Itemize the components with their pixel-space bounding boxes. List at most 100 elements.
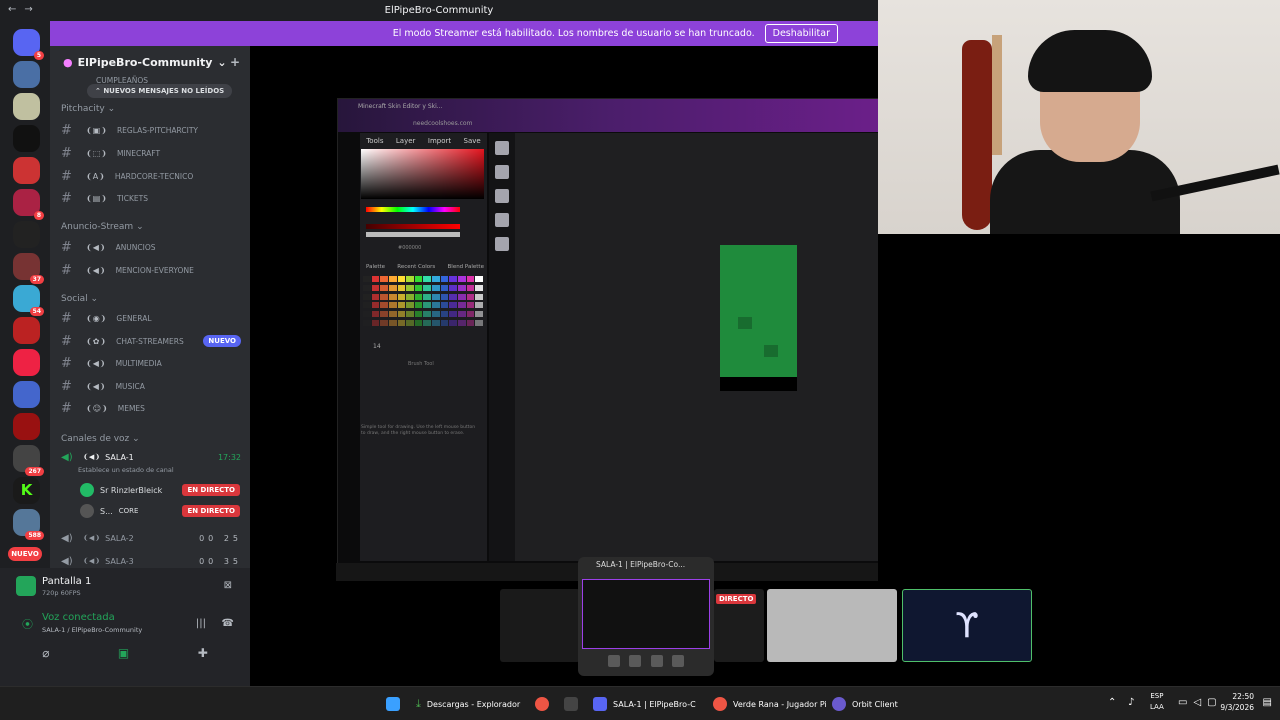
palette-swatch[interactable] bbox=[397, 311, 406, 318]
palette-swatch[interactable] bbox=[432, 293, 440, 300]
palette-swatch[interactable] bbox=[440, 276, 449, 282]
palette-swatch[interactable] bbox=[475, 302, 483, 309]
headphones-icon[interactable] bbox=[650, 655, 663, 667]
channel-general[interactable]: # ❨◉❩ GENERAL bbox=[61, 308, 246, 328]
bucket-icon[interactable] bbox=[495, 189, 509, 203]
palette-swatch[interactable] bbox=[380, 284, 388, 291]
palette-swatch[interactable] bbox=[363, 320, 371, 327]
system-tray-icons[interactable]: ⌃ bbox=[1108, 697, 1126, 708]
palette-swatch[interactable] bbox=[371, 276, 380, 282]
category-social[interactable]: Social ⌄ bbox=[61, 294, 98, 304]
palette-swatch[interactable] bbox=[440, 320, 449, 327]
palette-swatch[interactable] bbox=[458, 284, 466, 291]
palette-swatch[interactable] bbox=[397, 302, 406, 309]
tab-recent-colors[interactable]: Recent Colors bbox=[397, 264, 435, 270]
channel-hardcore[interactable]: # ❨A❩ HARDCORE-TECNICO bbox=[61, 166, 246, 186]
color-picker[interactable] bbox=[361, 149, 484, 199]
window-thumbnail[interactable] bbox=[767, 589, 897, 662]
palette-swatch[interactable] bbox=[406, 284, 414, 291]
palette-swatch[interactable] bbox=[371, 320, 380, 327]
language-indicator[interactable]: ESP LAA bbox=[1150, 691, 1164, 712]
microphone-icon[interactable] bbox=[629, 655, 642, 667]
network-volume-battery-icons[interactable]: ▭◁▢ bbox=[1178, 697, 1223, 708]
hangup-icon[interactable] bbox=[671, 655, 684, 667]
palette-swatch[interactable] bbox=[397, 276, 406, 282]
channel-memes[interactable]: # ❨☺❩ MEMES bbox=[61, 398, 246, 418]
palette-swatch[interactable] bbox=[458, 276, 466, 282]
copy-icon[interactable] bbox=[495, 237, 509, 251]
palette-swatch[interactable] bbox=[466, 320, 475, 327]
palette-swatch[interactable] bbox=[466, 302, 475, 309]
taskbar-item-app[interactable] bbox=[564, 696, 578, 712]
palette-swatch[interactable] bbox=[371, 311, 380, 318]
server-icon[interactable] bbox=[13, 93, 40, 120]
server-icon[interactable] bbox=[13, 221, 40, 248]
add-member-icon[interactable]: + bbox=[230, 55, 240, 69]
palette-swatch[interactable] bbox=[371, 284, 380, 291]
camera-off-icon[interactable]: ⌀ bbox=[42, 646, 49, 660]
palette-swatch[interactable] bbox=[475, 276, 483, 282]
category-pitchacity[interactable]: Pitchacity ⌄ bbox=[61, 104, 115, 114]
palette-swatch[interactable] bbox=[414, 276, 423, 282]
channel-reglas[interactable]: # ❨▣❩ REGLAS-PITCHARCITY bbox=[61, 120, 246, 140]
palette-swatch[interactable] bbox=[458, 311, 466, 318]
palette-swatch[interactable] bbox=[440, 311, 449, 318]
palette-swatch[interactable] bbox=[449, 320, 458, 327]
palette-swatch[interactable] bbox=[449, 311, 458, 318]
tab-tools[interactable]: Tools bbox=[366, 137, 383, 145]
palette-swatch[interactable] bbox=[440, 293, 449, 300]
tab-layer[interactable]: Layer bbox=[396, 137, 416, 145]
server-icon[interactable] bbox=[13, 381, 40, 408]
palette-swatch[interactable] bbox=[388, 293, 397, 300]
nav-arrows-icon[interactable]: ←→ bbox=[8, 4, 41, 15]
eraser-icon[interactable] bbox=[495, 165, 509, 179]
screen-share-button[interactable]: ▣ bbox=[118, 646, 129, 660]
palette-swatch[interactable] bbox=[406, 320, 414, 327]
pencil-icon[interactable] bbox=[495, 141, 509, 155]
brush-size[interactable]: 14 bbox=[373, 343, 381, 350]
server-icon[interactable] bbox=[13, 157, 40, 184]
channel-minecraft[interactable]: # ❨⬚❩ MINECRAFT bbox=[61, 143, 246, 163]
taskbar-item-orbit[interactable]: Orbit Client bbox=[832, 696, 898, 712]
palette-swatch[interactable] bbox=[449, 302, 458, 309]
palette-swatch[interactable] bbox=[406, 293, 414, 300]
voice-user[interactable]: Sr RinzlerBleick EN DIRECTO bbox=[80, 481, 240, 499]
palette-swatch[interactable] bbox=[449, 276, 458, 282]
channel-tickets[interactable]: # ❨▤❩ TICKETS bbox=[61, 188, 246, 208]
server-icon[interactable] bbox=[13, 413, 40, 440]
channel-musica[interactable]: # ❨◀❩ MUSICA bbox=[61, 376, 246, 396]
taskbar-item-discord[interactable]: SALA-1 | ElPipeBro-C bbox=[593, 696, 696, 712]
server-icon[interactable]: 54 bbox=[13, 285, 44, 316]
server-icon[interactable] bbox=[13, 125, 40, 152]
palette-swatch[interactable] bbox=[475, 311, 483, 318]
channel-mencion[interactable]: # ❨◀❩ MENCION-EVERYONE bbox=[61, 260, 246, 280]
category-voz[interactable]: Canales de voz ⌄ bbox=[61, 434, 140, 444]
palette-swatch[interactable] bbox=[466, 311, 475, 318]
palette-swatch[interactable] bbox=[414, 284, 423, 291]
palette-swatch[interactable] bbox=[423, 276, 432, 282]
hue-slider[interactable] bbox=[366, 207, 460, 212]
voice-channel-sala-2[interactable]: ◀) ❨◀❩ SALA-2 00 25 bbox=[61, 528, 246, 548]
browser-tab[interactable]: Minecraft Skin Editor y Ski... bbox=[358, 103, 443, 110]
palette-swatch[interactable] bbox=[458, 320, 466, 327]
voice-channel-sala-1[interactable]: ◀) ❨◀❩ SALA-1 17:32 bbox=[61, 447, 246, 467]
palette-swatch[interactable] bbox=[466, 284, 475, 291]
stop-share-icon[interactable]: ⊠ bbox=[224, 580, 232, 591]
window-thumbnail[interactable]: ϒ bbox=[902, 589, 1032, 662]
tab-import[interactable]: Import bbox=[428, 137, 451, 145]
server-icon[interactable] bbox=[13, 317, 40, 344]
disconnect-icon[interactable]: ☎ bbox=[222, 618, 234, 629]
palette-swatch[interactable] bbox=[458, 302, 466, 309]
address-bar[interactable]: needcoolshoes.com bbox=[413, 120, 472, 127]
start-button[interactable] bbox=[386, 696, 400, 712]
palette-swatch[interactable] bbox=[466, 276, 475, 282]
preview-image[interactable] bbox=[582, 579, 710, 649]
palette-swatch[interactable] bbox=[414, 302, 423, 309]
channel-anuncios[interactable]: # ❨◀❩ ANUNCIOS bbox=[61, 237, 246, 257]
palette-swatch[interactable] bbox=[388, 276, 397, 282]
microphone-icon[interactable]: ♪ bbox=[1128, 697, 1134, 708]
palette-swatch[interactable] bbox=[363, 293, 371, 300]
palette-swatch[interactable] bbox=[388, 284, 397, 291]
palette-swatch[interactable] bbox=[363, 284, 371, 291]
palette-swatch[interactable] bbox=[423, 302, 432, 309]
